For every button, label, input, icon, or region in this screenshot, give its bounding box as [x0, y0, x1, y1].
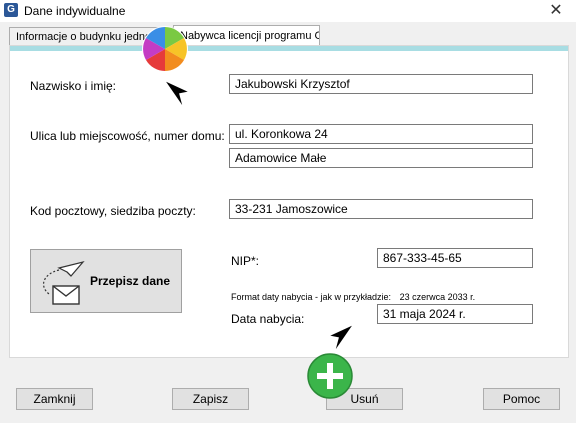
nip-label: NIP*:	[231, 254, 260, 268]
tab-licensee[interactable]: Nabywca licencji programu Gito	[173, 25, 320, 45]
add-plus-icon	[307, 353, 353, 399]
app-icon: G	[4, 3, 18, 17]
paper-plane-envelope-icon	[42, 260, 85, 305]
przepisz-dane-label: Przepisz dane	[90, 274, 171, 288]
pointer-cursor-icon	[326, 322, 356, 354]
close-button[interactable]: Zamknij	[16, 388, 93, 410]
dialog-window: G Dane indywidualne ✕ Informacje o budyn…	[0, 0, 576, 423]
date-label: Data nabycia:	[231, 312, 305, 326]
nip-field[interactable]: 867-333-45-65	[377, 248, 533, 268]
town-field[interactable]: Adamowice Małe	[229, 148, 533, 168]
street-field[interactable]: ul. Koronkowa 24	[229, 124, 533, 144]
date-hint-text: Format daty nabycia - jak w przykładzie:	[231, 292, 392, 302]
name-field[interactable]: Jakubowski Krzysztof	[229, 74, 533, 94]
close-window-button[interactable]: ✕	[536, 0, 576, 22]
window-title: Dane indywidualne	[24, 4, 126, 18]
save-button[interactable]: Zapisz	[172, 388, 249, 410]
help-button[interactable]: Pomoc	[483, 388, 560, 410]
postal-label: Kod pocztowy, siedziba poczty:	[30, 204, 196, 218]
street-label: Ulica lub miejscowość, numer domu:	[30, 129, 225, 143]
title-bar: G Dane indywidualne ✕	[0, 0, 576, 22]
name-label: Nazwisko i imię:	[30, 79, 117, 93]
postal-field[interactable]: 33-231 Jamoszowice	[229, 199, 533, 219]
przepisz-dane-button[interactable]: Przepisz dane	[30, 249, 182, 313]
date-field[interactable]: 31 maja 2024 r.	[377, 304, 533, 324]
date-example-text: 23 czerwca 2033 r.	[399, 292, 476, 302]
pointer-cursor-icon	[162, 78, 192, 110]
spinning-wheel-icon	[142, 26, 188, 72]
panel-accent-bar	[10, 46, 568, 51]
date-format-hint: Format daty nabycia - jak w przykładzie:…	[231, 292, 475, 302]
